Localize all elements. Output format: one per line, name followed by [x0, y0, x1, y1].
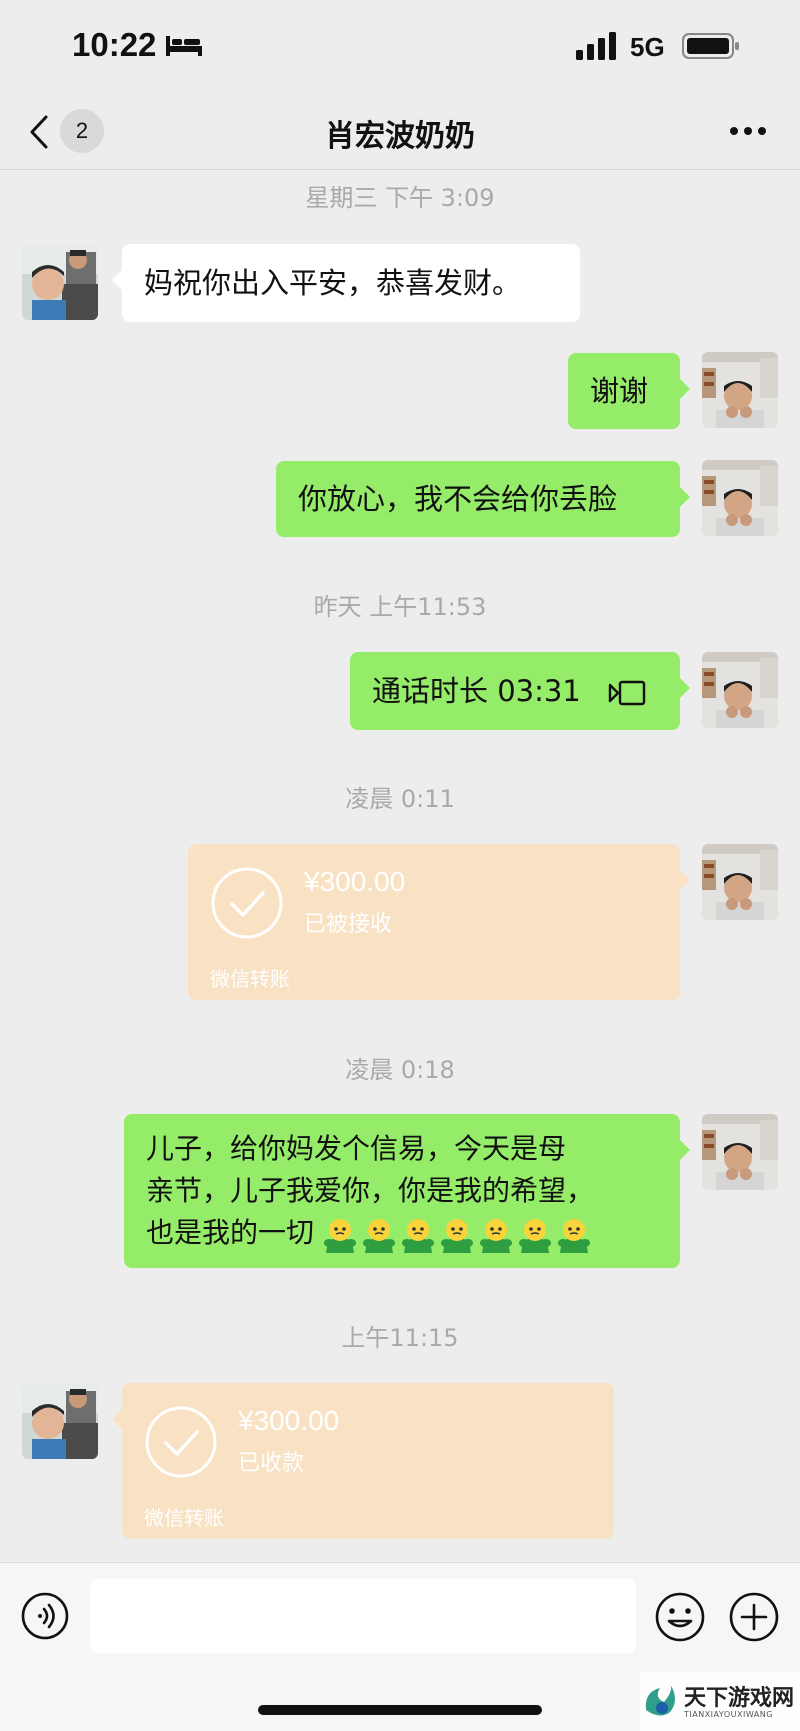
- hug-emoji-icon: [362, 1217, 396, 1253]
- hug-emoji-icon: [323, 1217, 357, 1253]
- message-line: 亲节，儿子我爱你，你是我的希望，: [146, 1174, 595, 1207]
- hug-emoji-icon: [440, 1217, 474, 1253]
- contact-avatar[interactable]: [22, 244, 98, 320]
- transfer-label: 微信转账: [210, 967, 290, 991]
- message-text: 谢谢: [590, 374, 649, 408]
- hug-emoji-icon: [401, 1217, 435, 1253]
- status-bar: 10:22 5G: [0, 0, 800, 95]
- watermark: 天下游戏网 TIANXIAYOUXIWANG: [640, 1672, 800, 1731]
- status-time: 10:22: [72, 26, 157, 63]
- transfer-card[interactable]: ¥300.00 已收款 微信转账: [112, 1383, 614, 1539]
- message-line: 也是我的一切: [146, 1212, 658, 1255]
- chat-title: 肖宏波奶奶: [325, 119, 475, 154]
- emoji-row: [323, 1213, 596, 1255]
- transfer-status: 已收款: [238, 1451, 305, 1476]
- call-record-bubble[interactable]: 通话时长 03:31: [350, 652, 690, 730]
- message-text: 也是我的一切: [146, 1216, 315, 1249]
- more-options-icon[interactable]: [728, 125, 768, 137]
- timestamp: 昨天 上午11:53: [313, 593, 487, 621]
- contact-avatar[interactable]: [22, 1383, 98, 1459]
- transfer-received-icon: [145, 1406, 217, 1478]
- timestamp: 星期三 下午 3:09: [305, 184, 495, 212]
- battery-icon: [682, 33, 739, 59]
- transfer-amount: ¥300.00: [238, 1405, 340, 1436]
- outgoing-message-bubble[interactable]: 你放心，我不会给你丢脸: [276, 461, 690, 537]
- hug-emoji-icon: [557, 1217, 591, 1253]
- emoji-icon[interactable]: [654, 1591, 706, 1643]
- watermark-logo-icon: [645, 1684, 675, 1716]
- video-call-icon: [608, 680, 646, 706]
- message-text: 你放心，我不会给你丢脸: [298, 482, 618, 516]
- watermark-title: 天下游戏网: [684, 1686, 795, 1711]
- my-avatar[interactable]: [702, 652, 778, 728]
- my-avatar[interactable]: [702, 352, 778, 428]
- timestamp: 凌晨 0:11: [345, 785, 455, 813]
- transfer-status: 已被接收: [304, 912, 393, 937]
- network-label: 5G: [630, 32, 665, 62]
- hug-emoji-icon: [479, 1217, 513, 1253]
- transfer-accepted-icon: [211, 867, 283, 939]
- timestamp: 上午11:15: [341, 1324, 459, 1352]
- message-line: 儿子，给你妈发个信易，今天是母: [146, 1132, 567, 1165]
- call-duration-text: 通话时长 03:31: [372, 674, 581, 708]
- voice-input-icon[interactable]: [20, 1591, 70, 1641]
- transfer-card[interactable]: ¥300.00 已被接收 微信转账: [188, 844, 690, 1000]
- message-text: 妈祝你出入平安，恭喜发财。: [144, 266, 522, 300]
- chat-header: 2 肖宏波奶奶: [0, 95, 800, 170]
- my-avatar[interactable]: [702, 844, 778, 920]
- transfer-label: 微信转账: [144, 1506, 224, 1530]
- plus-icon[interactable]: [728, 1591, 780, 1643]
- home-indicator[interactable]: [258, 1705, 542, 1715]
- incoming-message-bubble[interactable]: 妈祝你出入平安，恭喜发财。: [112, 244, 580, 322]
- my-avatar[interactable]: [702, 1114, 778, 1190]
- back-chevron-icon[interactable]: [26, 113, 54, 151]
- my-avatar[interactable]: [702, 460, 778, 536]
- message-input[interactable]: [90, 1579, 636, 1653]
- hug-emoji-icon: [518, 1217, 552, 1253]
- outgoing-message-bubble[interactable]: 谢谢: [568, 353, 690, 429]
- watermark-subtitle: TIANXIAYOUXIWANG: [684, 1710, 773, 1719]
- unread-count-badge[interactable]: 2: [60, 109, 104, 153]
- outgoing-message-bubble[interactable]: 儿子，给你妈发个信易，今天是母 亲节，儿子我爱你，你是我的希望， 也是我的一切: [124, 1114, 690, 1268]
- signal-icon: [576, 32, 616, 60]
- sleep-mode-icon: [166, 36, 202, 56]
- transfer-amount: ¥300.00: [304, 866, 406, 897]
- timestamp: 凌晨 0:18: [345, 1056, 455, 1084]
